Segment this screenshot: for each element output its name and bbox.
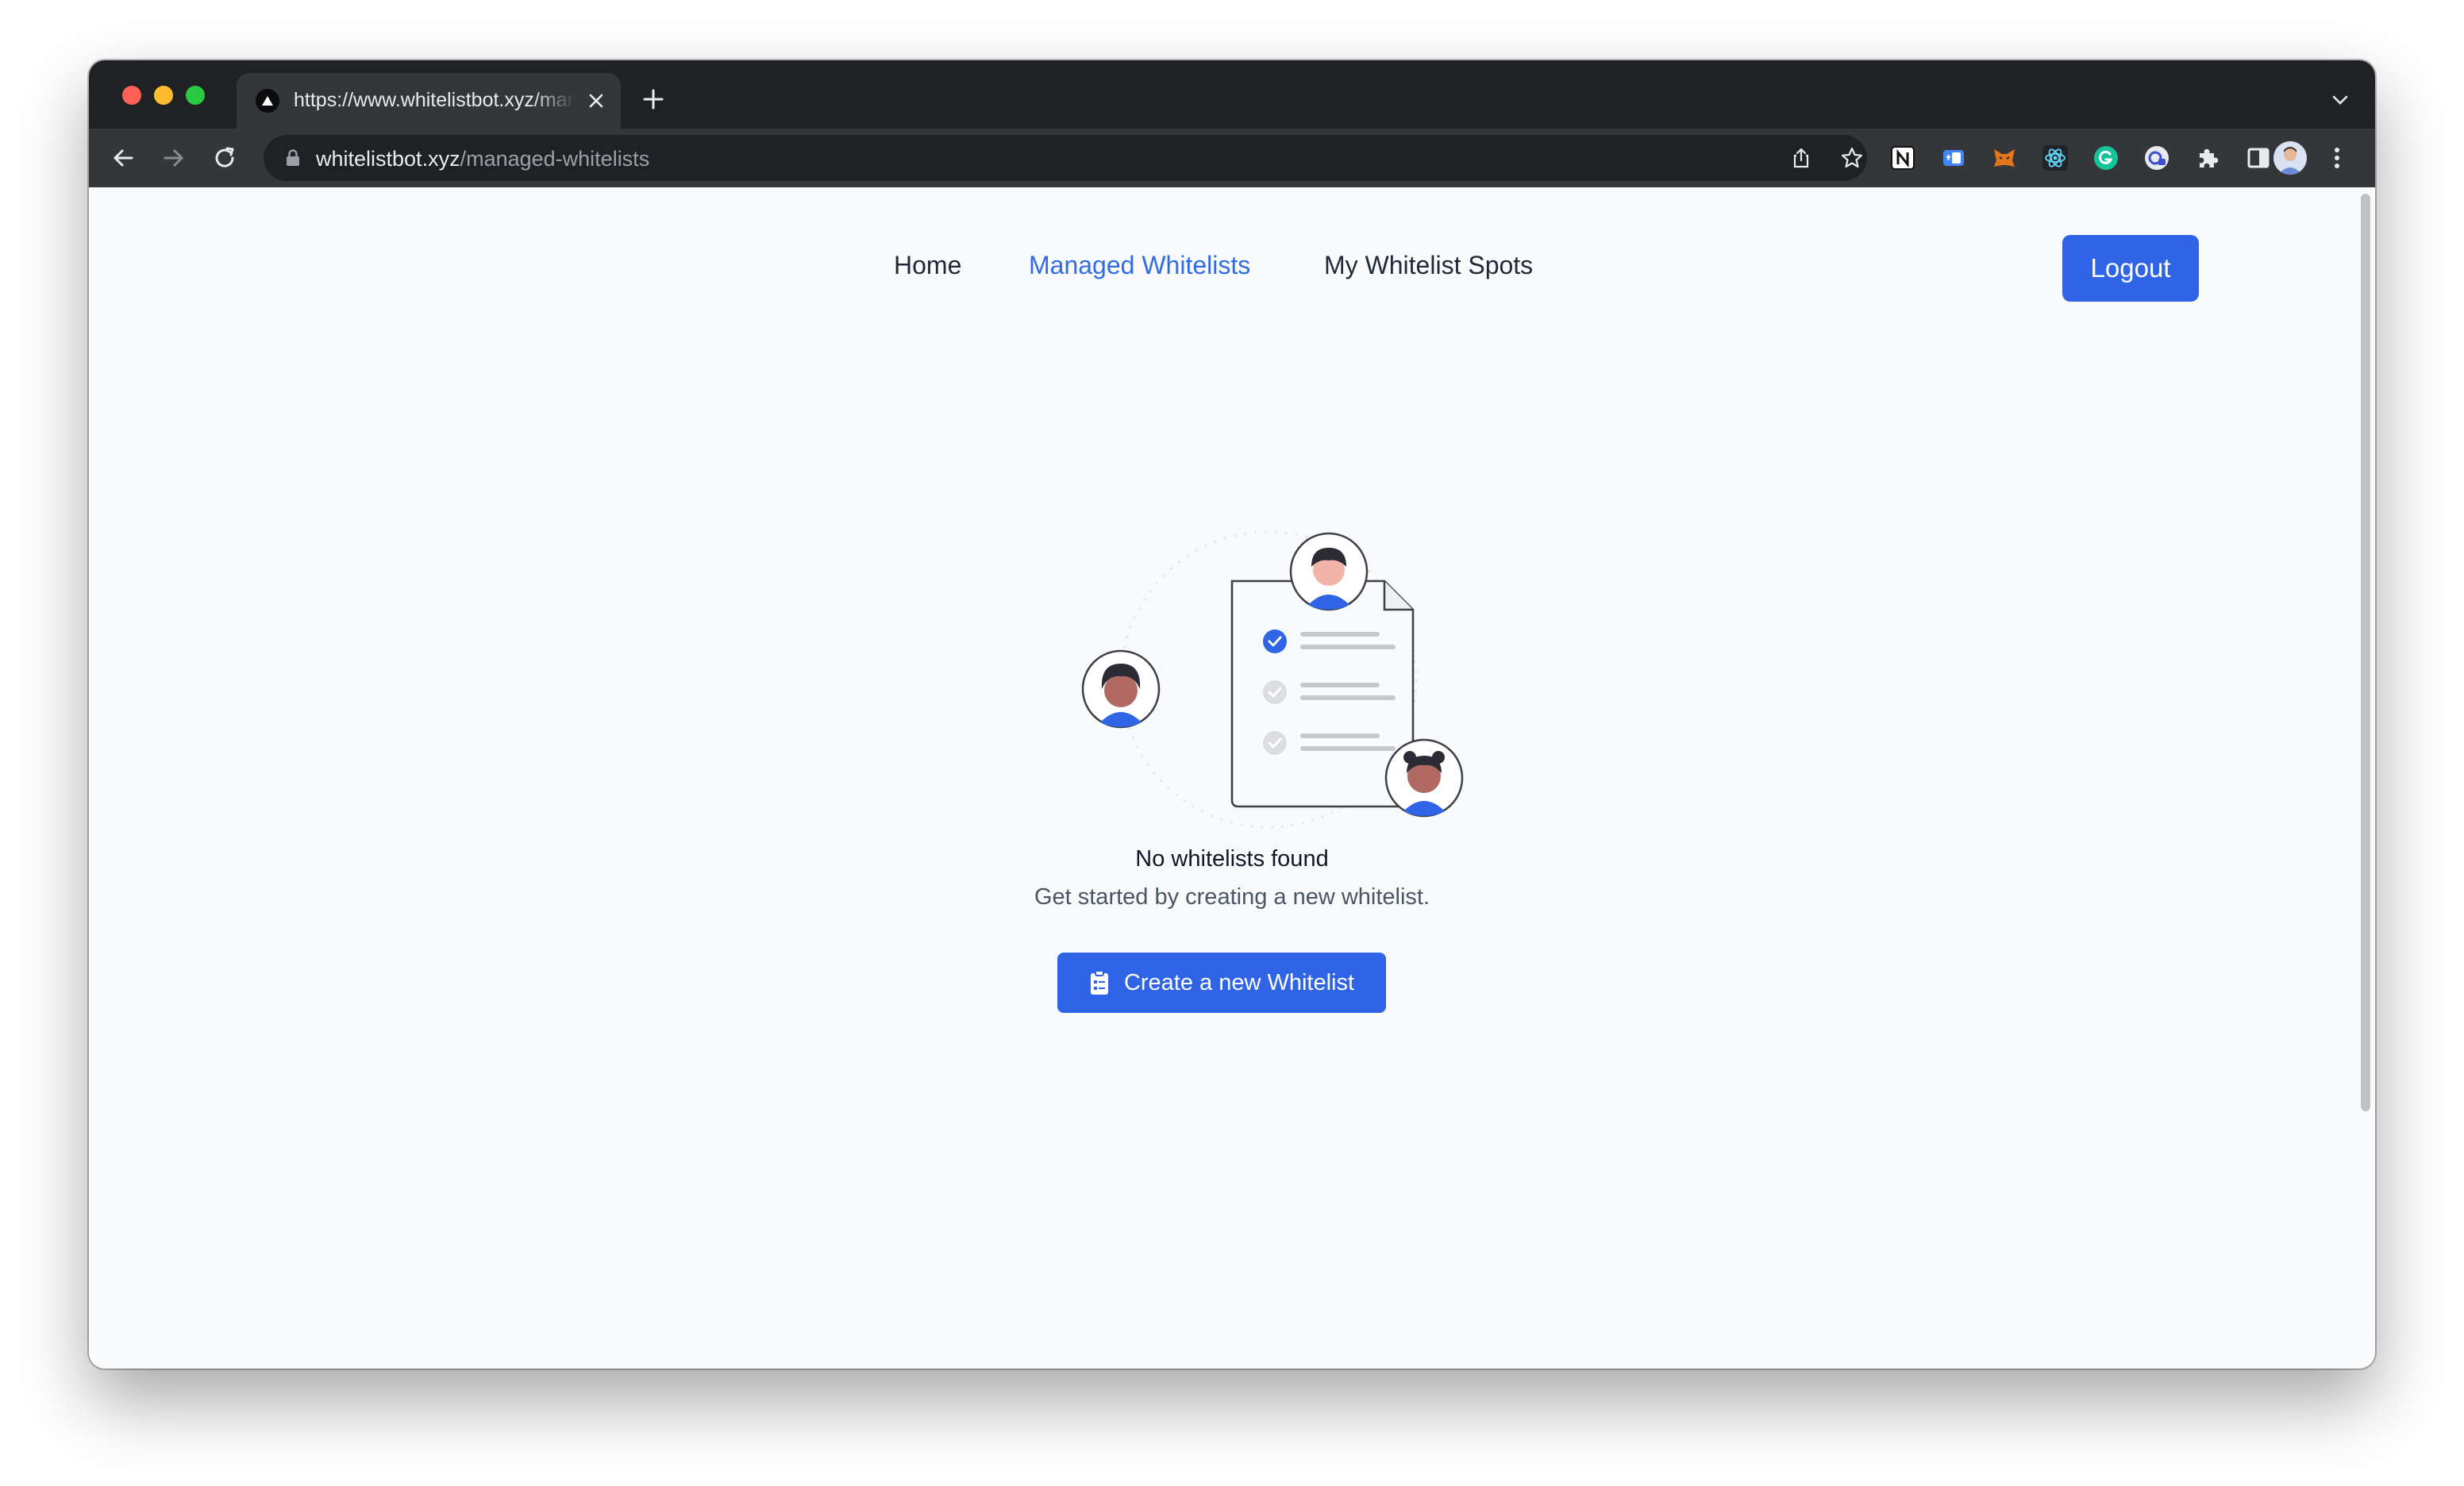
close-icon[interactable] — [586, 90, 606, 111]
notion-icon[interactable] — [1889, 144, 1916, 171]
forward-arrow-icon[interactable] — [159, 143, 189, 173]
new-tab-icon[interactable] — [641, 87, 665, 111]
react-devtools-icon[interactable] — [2042, 144, 2069, 171]
grammarly-icon[interactable] — [2092, 144, 2119, 171]
nav-home-link[interactable]: Home — [894, 251, 961, 280]
url-host: whitelistbot.xyz — [316, 147, 460, 171]
share-icon[interactable] — [1789, 146, 1813, 170]
scrollbar-thumb[interactable] — [2361, 194, 2370, 1111]
browser-window: https://www.whitelistbot.xyz/managed-whi… — [89, 60, 2375, 1369]
lock-icon[interactable] — [284, 148, 302, 167]
more-menu-icon[interactable] — [2327, 143, 2347, 173]
triangle-logo-icon — [256, 89, 279, 113]
create-whitelist-button[interactable]: Create a new Whitelist — [1057, 953, 1386, 1013]
empty-state-illustration-icon — [1081, 530, 1464, 829]
minimize-window-button[interactable] — [154, 86, 173, 105]
browser-tab[interactable]: https://www.whitelistbot.xyz/managed-whi… — [237, 73, 621, 129]
empty-state-subtitle: Get started by creating a new whitelist. — [1034, 884, 1430, 910]
chevron-down-icon[interactable] — [2329, 89, 2351, 111]
puzzle-icon[interactable] — [2194, 144, 2221, 171]
browser-toolbar: whitelistbot.xyz/managed-whitelists — [89, 129, 2375, 187]
logout-button[interactable]: Logout — [2062, 235, 2199, 302]
bookmark-star-icon[interactable] — [1840, 146, 1864, 170]
page-content: Home Managed Whitelists My Whitelist Spo… — [89, 187, 2375, 1369]
address-bar[interactable]: whitelistbot.xyz/managed-whitelists — [264, 135, 1867, 181]
translate-icon[interactable] — [1940, 144, 1967, 171]
metamask-icon[interactable] — [1991, 144, 2018, 171]
maximize-window-button[interactable] — [186, 86, 205, 105]
clipboard-icon — [1090, 970, 1108, 995]
empty-state-title: No whitelists found — [1135, 846, 1329, 872]
nav-my-whitelist-spots-link[interactable]: My Whitelist Spots — [1324, 251, 1533, 280]
profile-avatar[interactable] — [2273, 141, 2307, 175]
reload-icon[interactable] — [210, 143, 240, 173]
close-window-button[interactable] — [122, 86, 141, 105]
nav-managed-whitelists-link[interactable]: Managed Whitelists — [1029, 251, 1250, 280]
tab-title: https://www.whitelistbot.xyz/managed-whi… — [294, 89, 575, 111]
tab-strip: https://www.whitelistbot.xyz/managed-whi… — [89, 60, 2375, 129]
url-text[interactable]: whitelistbot.xyz/managed-whitelists — [316, 147, 649, 171]
create-whitelist-label: Create a new Whitelist — [1123, 969, 1355, 995]
url-path: /managed-whitelists — [460, 147, 650, 171]
camera-extension-icon[interactable] — [2143, 144, 2170, 171]
sidebar-icon[interactable] — [2245, 144, 2272, 171]
back-arrow-icon[interactable] — [108, 143, 138, 173]
